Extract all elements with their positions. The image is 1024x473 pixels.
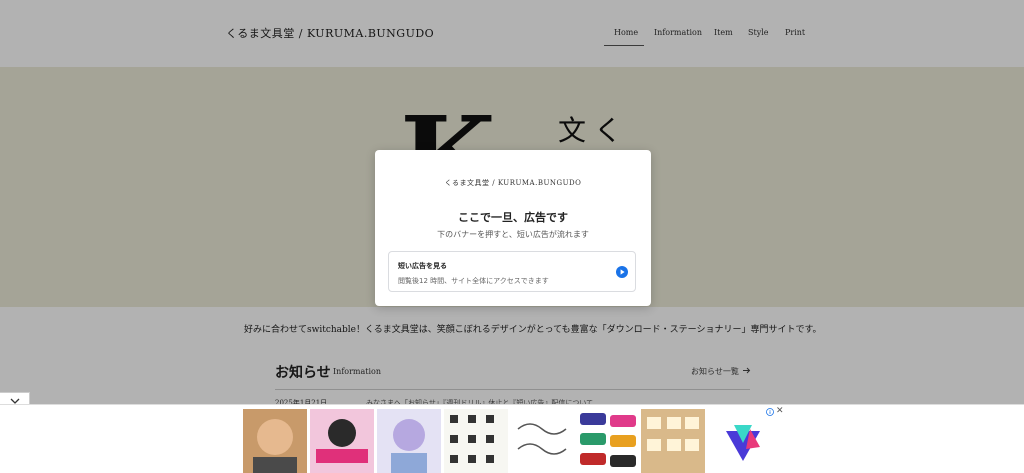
ad-thumbnail-7[interactable] (641, 409, 705, 473)
play-icon (616, 266, 628, 278)
ad-thumbnail-3[interactable] (377, 409, 441, 473)
ad-info-icon[interactable] (766, 408, 774, 416)
ad-close-icon[interactable]: ✕ (776, 406, 784, 416)
bottom-ad-banner[interactable]: ✕ (0, 404, 1024, 473)
watch-ad-label: 短い広告を見る (398, 262, 447, 270)
ad-thumbnail-5[interactable] (510, 409, 574, 473)
advertiser-logo-icon[interactable] (722, 421, 764, 463)
ad-thumbnail-1[interactable] (243, 409, 307, 473)
ad-gate-dialog: くるま文具堂 / KURUMA.BUNGUDO ここで一旦、広告です 下のバナー… (375, 150, 651, 306)
watch-ad-description: 閲覧後12 時間、サイト全体にアクセスできます (398, 277, 549, 285)
dialog-subtitle: 下のバナーを押すと、短い広告が流れます (437, 230, 589, 239)
ad-thumbnail-2[interactable] (310, 409, 374, 473)
dialog-title: ここで一旦、広告です (458, 211, 568, 224)
ad-thumbnail-4[interactable] (444, 409, 508, 473)
ad-thumbnail-6[interactable] (576, 409, 640, 473)
dialog-logo: くるま文具堂 / KURUMA.BUNGUDO (444, 179, 582, 187)
watch-short-ad-button[interactable]: 短い広告を見る 閲覧後12 時間、サイト全体にアクセスできます (388, 251, 636, 292)
